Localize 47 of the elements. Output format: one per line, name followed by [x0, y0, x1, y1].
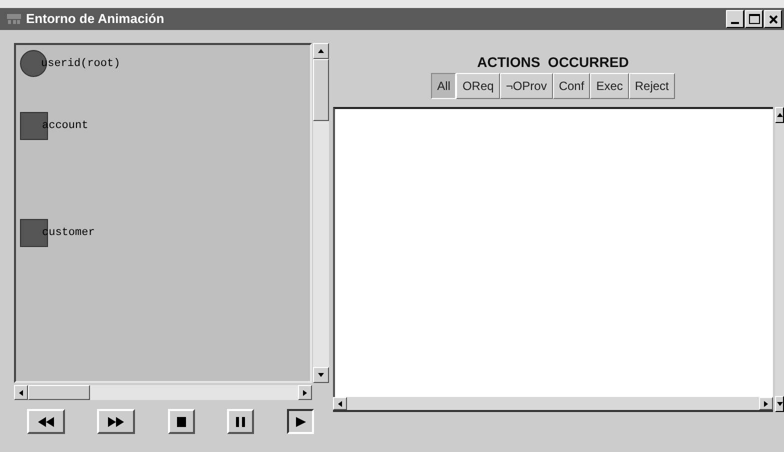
close-icon — [768, 14, 778, 24]
filter-tab[interactable]: All — [431, 73, 456, 99]
scroll-down-button[interactable] — [313, 367, 329, 383]
horizontal-scrollbar[interactable] — [333, 397, 773, 412]
vertical-scrollbar[interactable] — [775, 107, 784, 412]
play-button[interactable] — [287, 409, 314, 434]
right-arrow-icon — [303, 390, 307, 396]
down-arrow-icon — [776, 402, 782, 406]
horizontal-scrollbar[interactable] — [14, 385, 312, 400]
maximize-icon — [748, 14, 760, 24]
scroll-left-button[interactable] — [14, 385, 28, 400]
up-arrow-icon — [318, 49, 324, 53]
up-arrow-icon — [776, 113, 782, 117]
scroll-up-button[interactable] — [313, 43, 329, 59]
vertical-scrollbar[interactable] — [313, 43, 329, 383]
filter-tab[interactable]: Exec — [590, 73, 629, 99]
scroll-right-button[interactable] — [759, 397, 773, 410]
panel-title: ACTIONS OCCURRED — [477, 53, 629, 71]
fast-forward-button[interactable] — [97, 409, 135, 434]
scroll-left-button[interactable] — [333, 397, 347, 410]
down-arrow-icon — [318, 373, 324, 377]
scroll-thumb[interactable] — [28, 385, 90, 400]
pause-icon — [236, 416, 245, 426]
close-button[interactable] — [764, 10, 782, 28]
filter-tab[interactable]: Reject — [628, 73, 675, 99]
left-arrow-icon — [338, 400, 342, 406]
filter-tab[interactable]: OReq — [456, 73, 500, 99]
rewind-button[interactable] — [27, 409, 65, 434]
rewind-icon — [38, 416, 54, 426]
play-icon — [296, 416, 306, 426]
scroll-thumb[interactable] — [313, 59, 329, 121]
left-arrow-icon — [19, 390, 23, 396]
minimize-button[interactable] — [726, 10, 744, 28]
window-title: Entorno de Animación — [26, 10, 164, 28]
scroll-right-button[interactable] — [298, 385, 312, 400]
app-icon — [6, 13, 22, 25]
fast-forward-icon — [108, 416, 124, 426]
filter-tab[interactable]: Conf — [552, 73, 590, 99]
right-arrow-icon — [764, 400, 768, 406]
stop-button[interactable] — [168, 409, 195, 434]
minimize-icon — [731, 22, 739, 24]
stop-icon — [177, 416, 186, 426]
filter-tab[interactable]: ¬OProv — [500, 73, 553, 99]
maximize-button[interactable] — [745, 10, 763, 28]
scroll-down-button[interactable] — [775, 396, 784, 412]
pause-button[interactable] — [227, 409, 254, 434]
scroll-up-button[interactable] — [775, 107, 784, 123]
